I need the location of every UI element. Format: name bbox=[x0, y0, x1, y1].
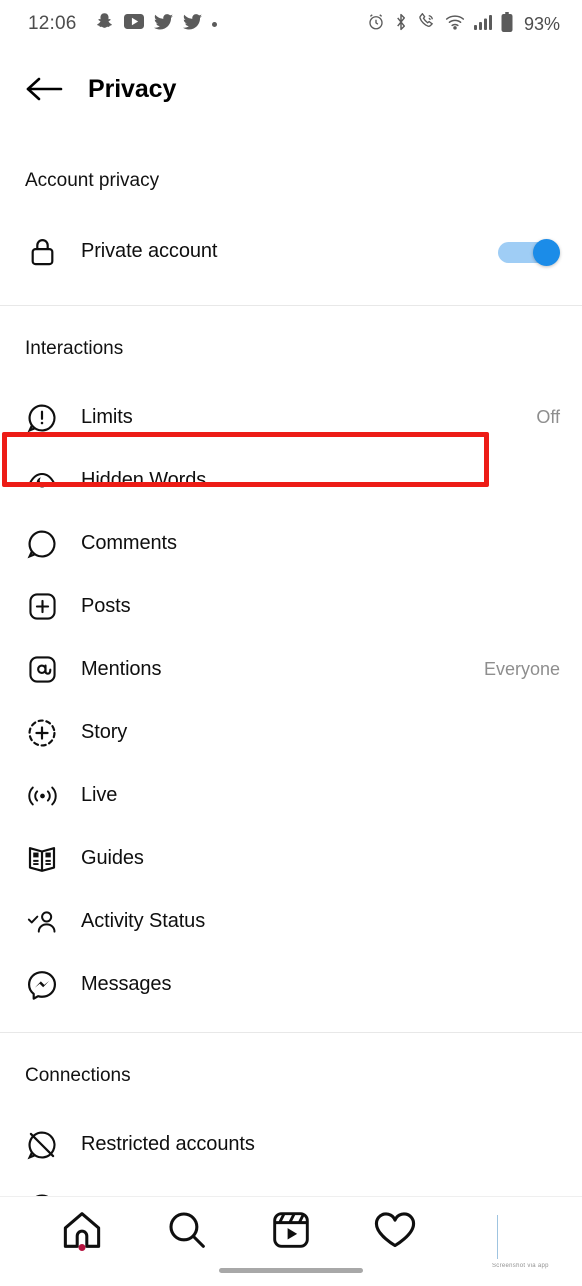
row-comments[interactable]: Comments bbox=[0, 512, 582, 575]
toggle-knob bbox=[533, 238, 560, 266]
wifi-icon bbox=[445, 14, 465, 35]
youtube-icon bbox=[123, 14, 144, 34]
guides-icon bbox=[25, 842, 59, 876]
cellular-signal-icon bbox=[473, 14, 492, 35]
call-mute-icon bbox=[417, 12, 436, 36]
search-icon bbox=[169, 1212, 205, 1248]
story-icon bbox=[25, 716, 59, 750]
row-label: Live bbox=[81, 784, 118, 806]
row-messages[interactable]: Messages bbox=[0, 953, 582, 1016]
row-label: Limits bbox=[81, 406, 133, 428]
row-label: Activity Status bbox=[81, 910, 206, 932]
row-label: Private account bbox=[81, 240, 218, 262]
limits-icon bbox=[25, 401, 59, 435]
row-label: Restricted accounts bbox=[81, 1133, 255, 1155]
messages-icon bbox=[25, 968, 59, 1002]
section-title-interactions: Interactions bbox=[25, 338, 124, 359]
status-bar-notification-icons bbox=[95, 12, 217, 36]
alarm-icon bbox=[367, 13, 385, 36]
status-bar-clock: 12:06 bbox=[28, 13, 77, 34]
live-icon bbox=[25, 779, 59, 813]
nav-item-reels[interactable] bbox=[239, 1197, 343, 1263]
row-value-limits: Off bbox=[536, 407, 560, 427]
row-label: Posts bbox=[81, 595, 131, 617]
nav-item-profile[interactable] bbox=[448, 1197, 552, 1263]
row-live[interactable]: Live bbox=[0, 764, 582, 827]
section-title-account-privacy: Account privacy bbox=[25, 170, 160, 191]
row-label: Comments bbox=[81, 532, 177, 554]
home-indicator bbox=[219, 1268, 363, 1273]
row-value-mentions: Everyone bbox=[483, 659, 560, 679]
nav-item-home[interactable] bbox=[30, 1197, 134, 1263]
battery-icon bbox=[501, 11, 513, 37]
row-label: Mentions bbox=[81, 658, 162, 680]
page-title: Privacy bbox=[88, 74, 177, 103]
status-bar: 12:06 93% bbox=[0, 0, 582, 48]
row-label: Story bbox=[81, 721, 128, 743]
activity-status-icon bbox=[25, 905, 59, 939]
lock-icon bbox=[25, 235, 59, 269]
row-story[interactable]: Story bbox=[0, 701, 582, 764]
hidden-words-icon bbox=[25, 464, 59, 498]
back-button[interactable] bbox=[14, 59, 74, 119]
watermark-text: Screenshot via app bbox=[492, 1263, 549, 1269]
bluetooth-icon bbox=[394, 13, 408, 36]
row-label: Hidden Words bbox=[81, 469, 207, 491]
restricted-accounts-icon bbox=[25, 1128, 59, 1162]
row-label: Messages bbox=[81, 973, 172, 995]
twitter-icon bbox=[182, 13, 202, 35]
activity-heart-icon bbox=[375, 1212, 416, 1248]
twitter-icon bbox=[153, 13, 173, 35]
row-activity-status[interactable]: Activity Status bbox=[0, 890, 582, 953]
row-restricted-accounts[interactable]: Restricted accounts bbox=[0, 1113, 582, 1176]
section-title-connections: Connections bbox=[25, 1065, 131, 1086]
row-mentions[interactable]: Mentions Everyone bbox=[0, 638, 582, 701]
back-arrow-icon bbox=[26, 77, 63, 101]
row-label: Guides bbox=[81, 847, 144, 869]
snapchat-icon bbox=[95, 12, 114, 36]
battery-percent-label: 93% bbox=[523, 13, 560, 34]
mentions-icon bbox=[25, 653, 59, 687]
dot-icon bbox=[211, 21, 217, 27]
settings-content: Account privacy Private account Interact… bbox=[0, 130, 582, 1222]
nav-item-search[interactable] bbox=[134, 1197, 238, 1263]
row-private-account[interactable]: Private account bbox=[0, 220, 582, 283]
profile-placeholder-line bbox=[497, 1215, 498, 1259]
posts-icon bbox=[25, 590, 59, 624]
nav-item-activity[interactable] bbox=[343, 1197, 447, 1263]
private-account-toggle[interactable] bbox=[498, 238, 560, 266]
row-posts[interactable]: Posts bbox=[0, 575, 582, 638]
page-header: Privacy bbox=[0, 48, 582, 130]
home-active-dot bbox=[78, 1244, 86, 1251]
phone-screen: 12:06 93% Privacy Account privacy Privat… bbox=[0, 0, 582, 1286]
bottom-navigation-bar: Screenshot via app bbox=[0, 1196, 582, 1286]
comments-icon bbox=[25, 527, 59, 561]
status-bar-system-icons: 93% bbox=[367, 11, 560, 37]
row-guides[interactable]: Guides bbox=[0, 827, 582, 890]
row-hidden-words[interactable]: Hidden Words bbox=[0, 449, 582, 512]
reels-icon bbox=[273, 1212, 309, 1248]
row-limits[interactable]: Limits Off bbox=[0, 386, 582, 449]
